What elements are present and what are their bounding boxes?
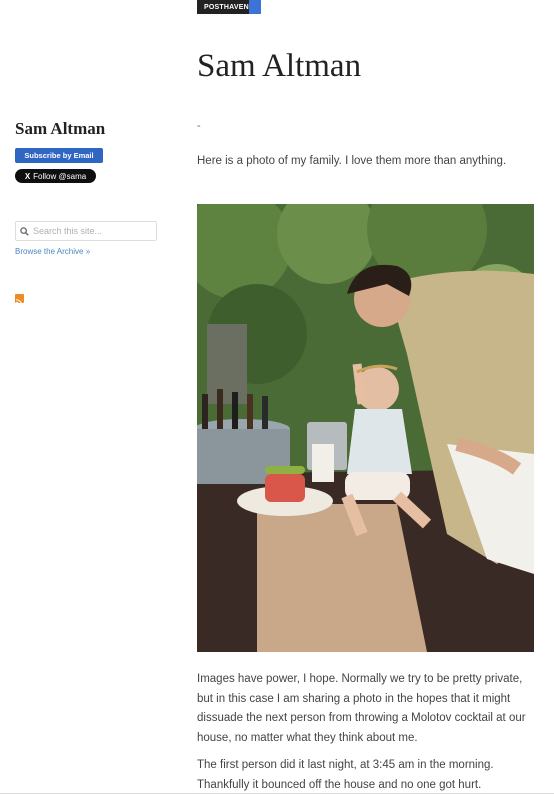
sidebar: Sam Altman Subscribe by Email X Follow @…	[15, 118, 160, 307]
search-icon	[20, 226, 29, 236]
follow-label: Follow @sama	[33, 171, 87, 181]
post-paragraph-2: The first person did it last night, at 3…	[197, 759, 494, 791]
family-photo-art	[197, 204, 534, 652]
posthaven-label: POSTHAVEN	[204, 3, 249, 11]
post-title[interactable]: Sam Altman	[197, 46, 361, 86]
follow-button[interactable]: X Follow @sama	[15, 169, 96, 183]
post-dash: -	[197, 120, 201, 132]
site-title[interactable]: Sam Altman	[15, 118, 160, 140]
x-logo-icon: X	[24, 171, 31, 181]
rss-icon[interactable]	[15, 294, 24, 307]
search-input[interactable]	[29, 226, 143, 236]
search-box[interactable]	[15, 221, 157, 241]
browse-archive-link[interactable]: Browse the Archive »	[15, 247, 90, 256]
subscribe-button[interactable]: Subscribe by Email	[15, 148, 103, 163]
family-photo	[197, 204, 534, 652]
post-intro: Here is a photo of my family. I love the…	[197, 155, 507, 167]
post-paragraph-1: Images have power, I hope. Normally we t…	[197, 673, 526, 744]
rss-glyph	[15, 299, 23, 307]
posthaven-accent	[249, 0, 261, 14]
posthaven-badge[interactable]: POSTHAVEN	[197, 0, 261, 14]
page-bottom-rule	[0, 793, 554, 794]
